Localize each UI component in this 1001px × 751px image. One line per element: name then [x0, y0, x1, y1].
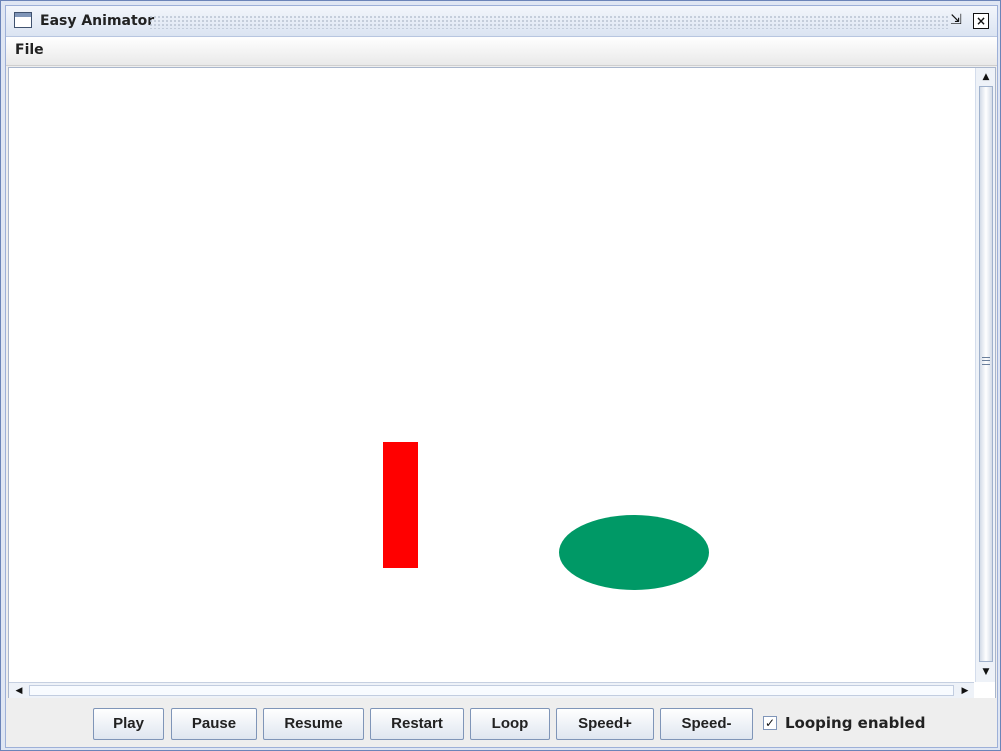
looping-enabled-label[interactable]: Looping enabled	[785, 714, 925, 732]
horizontal-scrollbar[interactable]: ◀ ▶	[9, 682, 974, 698]
playback-controls: Play Pause Resume Restart Loop Speed+ Sp…	[6, 698, 997, 746]
window-frame: Easy Animator ⇲ × File ▲ ▼ ◀ ▶ Play Paus…	[5, 5, 998, 748]
speed-up-button[interactable]: Speed+	[556, 708, 654, 740]
window-icon	[14, 12, 32, 28]
looping-checkbox[interactable]: ✓	[763, 716, 777, 730]
speed-down-button[interactable]: Speed-	[660, 708, 753, 740]
animation-panel: ▲ ▼ ◀ ▶	[8, 67, 996, 699]
scroll-grip-icon	[982, 357, 990, 365]
scroll-up-icon[interactable]: ▲	[976, 69, 995, 85]
scroll-down-icon[interactable]: ▼	[976, 664, 995, 680]
restore-icon[interactable]: ⇲	[948, 13, 964, 29]
vertical-scrollbar[interactable]: ▲ ▼	[975, 68, 995, 682]
window-title: Easy Animator	[40, 13, 155, 29]
animation-canvas	[9, 68, 974, 682]
red-rectangle-shape	[383, 442, 418, 568]
application-window: Easy Animator ⇲ × File ▲ ▼ ◀ ▶ Play Paus…	[0, 0, 1001, 751]
green-ellipse-shape	[559, 515, 709, 590]
vertical-scroll-thumb[interactable]	[979, 86, 993, 662]
scroll-left-icon[interactable]: ◀	[9, 683, 29, 698]
pause-button[interactable]: Pause	[171, 708, 257, 740]
loop-button[interactable]: Loop	[470, 708, 550, 740]
restart-button[interactable]: Restart	[370, 708, 464, 740]
scroll-right-icon[interactable]: ▶	[956, 683, 974, 698]
title-bar-pattern	[149, 15, 949, 29]
menu-bar: File	[6, 37, 997, 66]
file-menu[interactable]: File	[15, 42, 44, 58]
horizontal-scroll-thumb[interactable]	[29, 685, 954, 696]
resume-button[interactable]: Resume	[263, 708, 364, 740]
title-bar[interactable]: Easy Animator ⇲ ×	[6, 6, 997, 37]
play-button[interactable]: Play	[93, 708, 164, 740]
close-icon[interactable]: ×	[973, 13, 989, 29]
